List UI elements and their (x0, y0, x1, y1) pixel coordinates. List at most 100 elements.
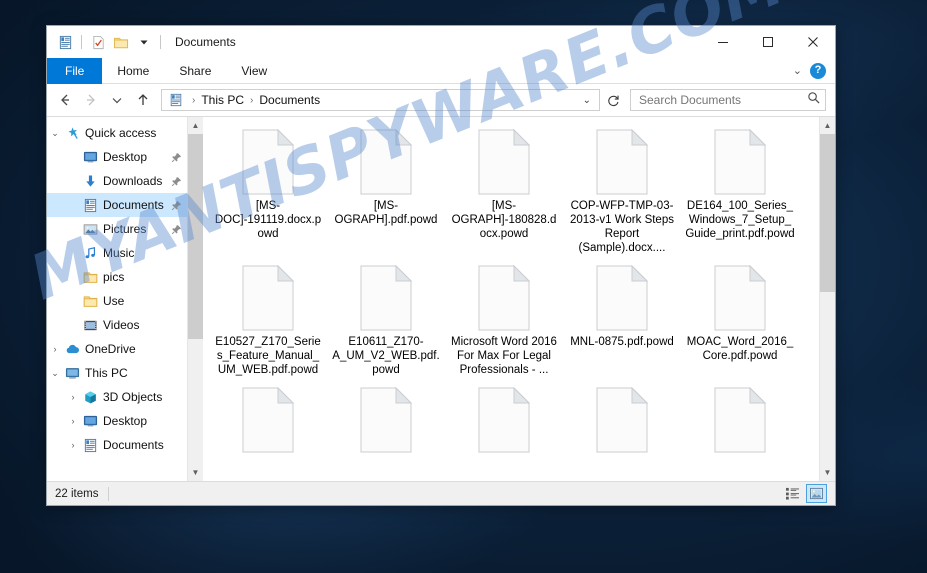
file-item[interactable]: DE164_100_Series_Windows_7_Setup_Guide_p… (681, 123, 799, 259)
file-item[interactable] (209, 381, 327, 461)
expand-ribbon-chevron-down-icon[interactable]: ⌄ (793, 64, 802, 77)
pin-icon[interactable] (169, 176, 183, 187)
help-icon[interactable]: ? (810, 62, 826, 79)
forward-button[interactable] (79, 88, 103, 112)
sidebar-item-pictures[interactable]: Pictures (47, 217, 187, 241)
content-scroll-thumb[interactable] (820, 134, 835, 293)
sidebar-item-documents[interactable]: › Documents (47, 433, 187, 457)
tab-view[interactable]: View (226, 58, 282, 84)
file-item[interactable] (681, 381, 799, 461)
file-name-label: [MS-DOC]-191119.docx.powd (214, 200, 322, 240)
file-list-scrollbar[interactable]: ▲ ▼ (819, 117, 835, 481)
details-view-button[interactable] (782, 484, 803, 503)
expander-icon[interactable]: ⌄ (47, 368, 63, 378)
up-button[interactable] (131, 88, 155, 112)
expander-icon[interactable]: › (65, 440, 81, 450)
blank-file-icon (478, 129, 530, 195)
file-item[interactable]: E10611_Z170-A_UM_V2_WEB.pdf.powd (327, 259, 445, 381)
window-title: Documents (175, 35, 236, 49)
tab-home[interactable]: Home (102, 58, 164, 84)
recent-locations-chevron-down-icon[interactable] (105, 88, 129, 112)
sidebar-item-use[interactable]: Use (47, 289, 187, 313)
file-name-label: DE164_100_Series_Windows_7_Setup_Guide_p… (685, 200, 795, 240)
file-item[interactable]: [MS-OGRAPH].pdf.powd (327, 123, 445, 259)
file-item[interactable]: MOAC_Word_2016_Core.pdf.powd (681, 259, 799, 381)
documents-breadcrumb-icon (167, 92, 185, 108)
large-icons-view-button[interactable] (806, 484, 827, 503)
expander-icon[interactable]: › (47, 344, 63, 354)
blank-file-icon (242, 129, 294, 195)
sidebar-item-music[interactable]: Music (47, 241, 187, 265)
status-bar: 22 items (47, 481, 835, 505)
file-name-label: [MS-OGRAPH].pdf.powd (334, 200, 438, 226)
search-box[interactable]: Search Documents (630, 89, 826, 111)
customize-dropdown-icon[interactable] (133, 31, 155, 53)
pin-icon[interactable] (169, 152, 183, 163)
tab-file[interactable]: File (47, 58, 103, 84)
toolbar-divider-2 (160, 35, 161, 49)
sidebar-item-3d-objects[interactable]: › 3D Objects (47, 385, 187, 409)
sidebar-item-label: Documents (103, 438, 164, 452)
back-button[interactable] (53, 88, 77, 112)
sidebar-item-videos[interactable]: Videos (47, 313, 187, 337)
sidebar-item-desktop[interactable]: › Desktop (47, 409, 187, 433)
sidebar-item-label: 3D Objects (103, 390, 163, 404)
expander-icon[interactable]: › (65, 416, 81, 426)
close-button[interactable] (790, 26, 835, 58)
file-explorer-window: Documents File Home Share View ⌄ ? › Thi… (46, 25, 836, 506)
minimize-button[interactable] (700, 26, 745, 58)
file-item[interactable]: [MS-DOC]-191119.docx.powd (209, 123, 327, 259)
blank-file-icon (242, 387, 294, 453)
new-folder-icon[interactable] (110, 31, 132, 53)
nav-scroll-thumb[interactable] (188, 134, 203, 339)
pin-icon[interactable] (169, 224, 183, 235)
file-item[interactable]: COP-WFP-TMP-03-2013-v1 Work Steps Report… (563, 123, 681, 259)
content-scroll-down-arrow-icon[interactable]: ▼ (820, 464, 835, 481)
breadcrumb-separator-2: › (250, 94, 254, 106)
title-bar: Documents (47, 26, 835, 58)
sidebar-item-onedrive[interactable]: › OneDrive (47, 337, 187, 361)
nav-scroll-track[interactable] (188, 134, 203, 464)
folder-icon (81, 293, 99, 309)
breadcrumb-documents[interactable]: Documents (256, 93, 323, 107)
picture-icon (81, 221, 99, 237)
refresh-button[interactable] (602, 89, 624, 111)
window-controls (700, 26, 835, 58)
navigation-pane-scrollbar[interactable]: ▲ ▼ (187, 117, 203, 481)
search-icon[interactable] (807, 91, 820, 109)
maximize-button[interactable] (745, 26, 790, 58)
sidebar-item-quick-access[interactable]: ⌄ Quick access (47, 121, 187, 145)
explorer-body: ⌄ Quick access Desktop Downloads Documents Pi… (47, 116, 835, 481)
content-scroll-track[interactable] (820, 134, 835, 464)
nav-scroll-down-arrow-icon[interactable]: ▼ (188, 464, 203, 481)
sidebar-item-documents[interactable]: Documents (47, 193, 187, 217)
properties-icon[interactable] (87, 31, 109, 53)
file-item[interactable]: MNL-0875.pdf.powd (563, 259, 681, 381)
address-field[interactable]: › This PC › Documents ⌄ (161, 89, 600, 111)
documents-folder-icon[interactable] (54, 31, 76, 53)
expander-icon[interactable]: ⌄ (47, 128, 63, 138)
sidebar-item-label: Quick access (85, 126, 157, 140)
breadcrumb-this-pc[interactable]: This PC (198, 93, 247, 107)
file-item[interactable] (563, 381, 681, 461)
file-list-pane[interactable]: [MS-DOC]-191119.docx.powd [MS-OGRAPH].pdf… (203, 117, 819, 481)
file-name-label: COP-WFP-TMP-03-2013-v1 Work Steps Report… (570, 200, 674, 254)
address-dropdown-chevron-down-icon[interactable]: ⌄ (577, 95, 597, 106)
sidebar-item-downloads[interactable]: Downloads (47, 169, 187, 193)
expander-icon[interactable]: › (65, 392, 81, 402)
sidebar-item-desktop[interactable]: Desktop (47, 145, 187, 169)
file-item[interactable]: Microsoft Word 2016 For Max For Legal Pr… (445, 259, 563, 381)
pin-icon[interactable] (169, 200, 183, 211)
tab-share[interactable]: Share (164, 58, 226, 84)
file-item[interactable]: [MS-OGRAPH]-180828.docx.powd (445, 123, 563, 259)
nav-scroll-up-arrow-icon[interactable]: ▲ (188, 117, 203, 134)
folder-icon (81, 269, 99, 285)
search-input[interactable]: Search Documents (639, 93, 807, 107)
content-scroll-up-arrow-icon[interactable]: ▲ (820, 117, 835, 134)
sidebar-item-pics[interactable]: pics (47, 265, 187, 289)
file-item[interactable] (445, 381, 563, 461)
file-item[interactable] (327, 381, 445, 461)
file-item[interactable]: E10527_Z170_Series_Feature_Manual_UM_WEB… (209, 259, 327, 381)
sidebar-item-this-pc[interactable]: ⌄ This PC (47, 361, 187, 385)
pc-icon (63, 365, 81, 381)
